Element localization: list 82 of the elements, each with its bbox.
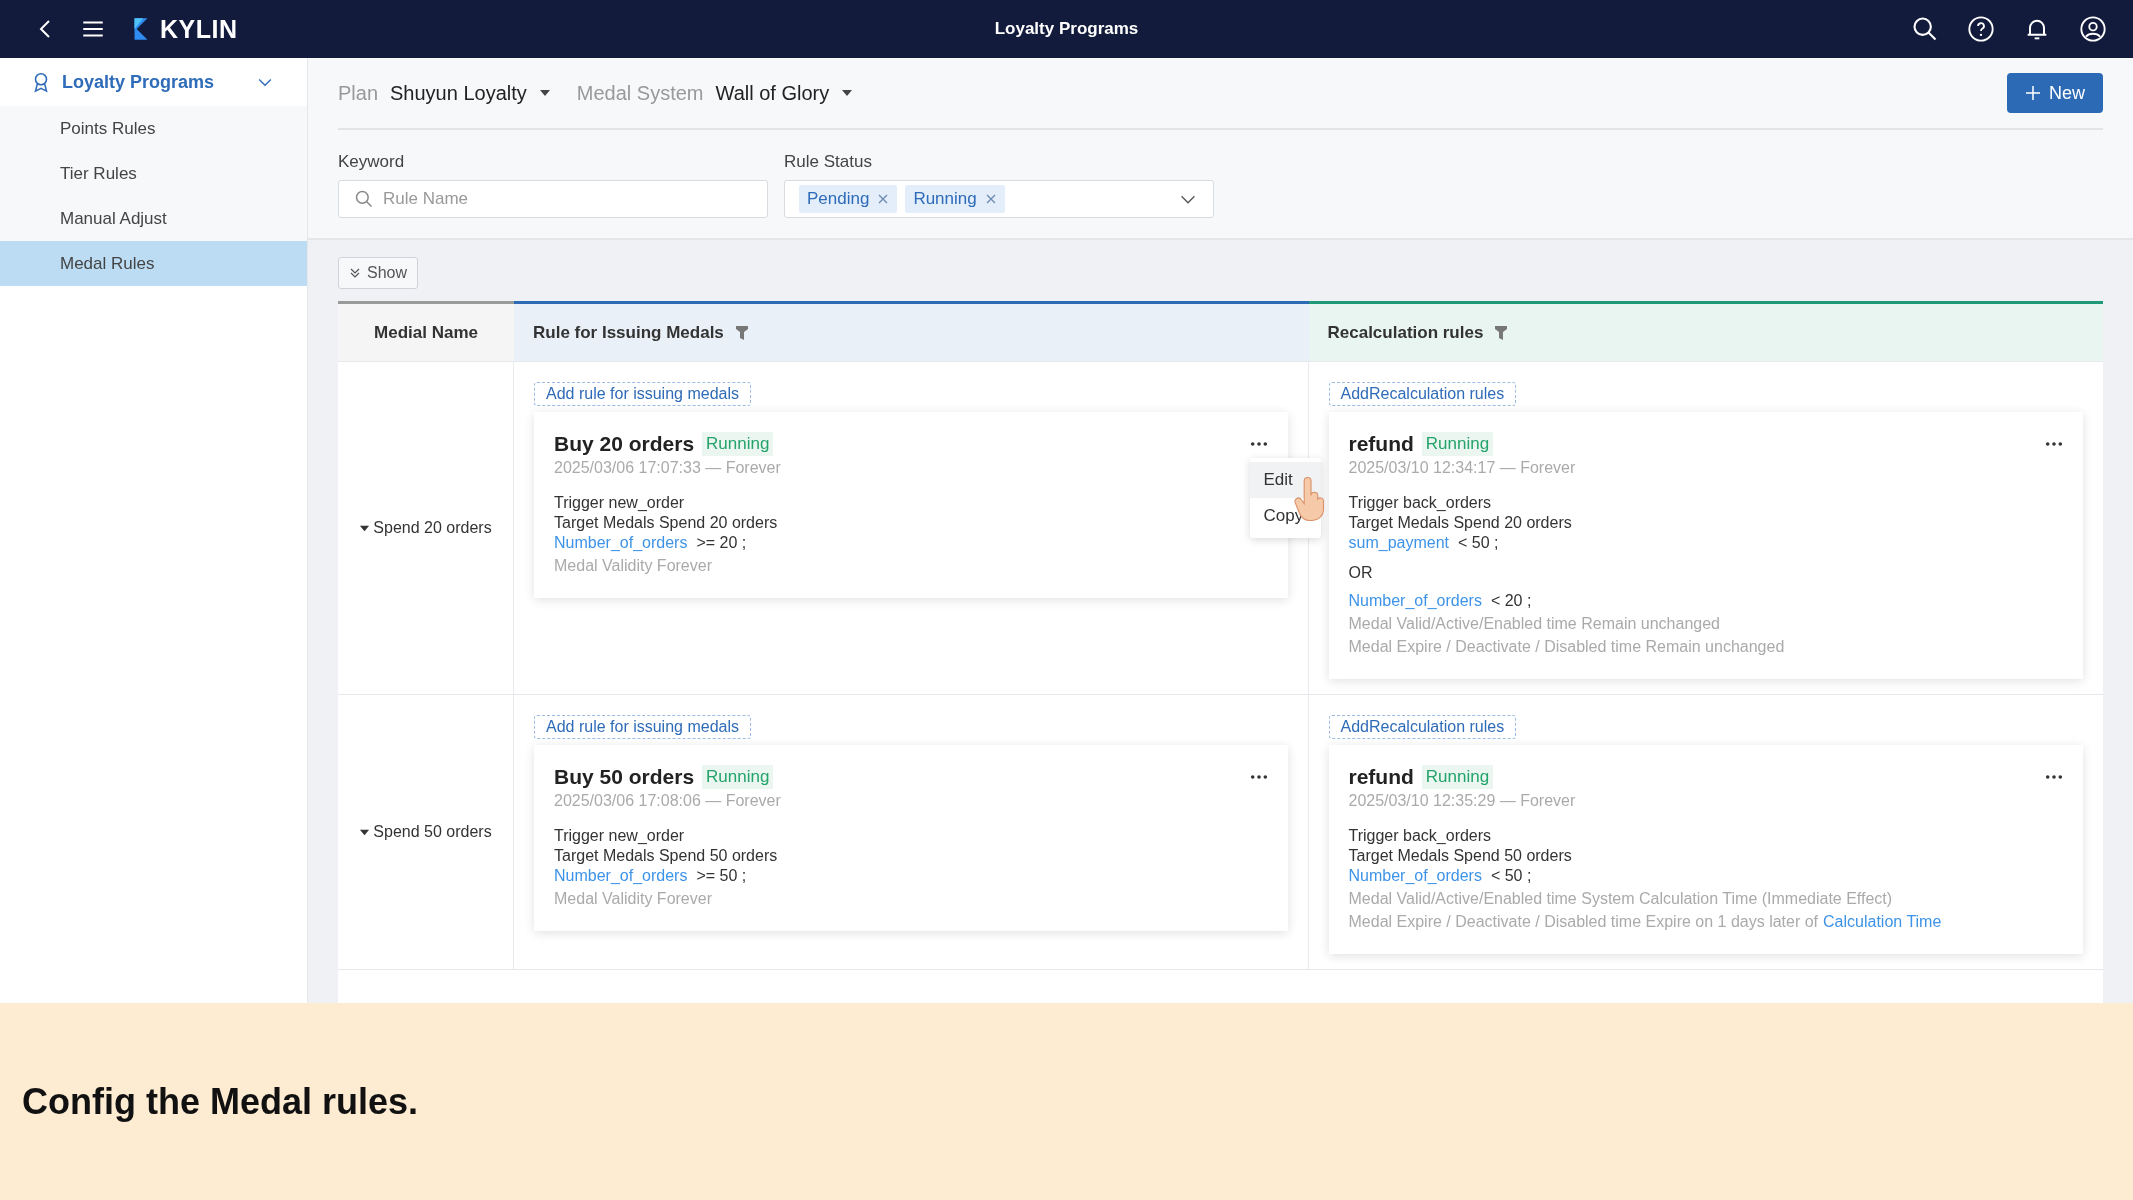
medal-system-label: Medal System	[576, 81, 704, 105]
condition-text: < 20 ;	[1490, 591, 1532, 611]
plus-icon	[2025, 85, 2041, 101]
field-link[interactable]: Number_of_orders	[1348, 866, 1482, 886]
rule-period: 2025/03/10 12:35:29 — Forever	[1348, 792, 1577, 810]
column-header: Recalculation rules	[1308, 301, 2103, 361]
sidebar-item[interactable]: Manual Adjust	[0, 196, 307, 241]
rule-period: 2025/03/10 12:34:17 — Forever	[1348, 459, 1577, 477]
search-icon	[354, 189, 374, 209]
medal-system-dropdown[interactable]: Wall of Glory	[715, 81, 854, 105]
field-link[interactable]: Number_of_orders	[554, 866, 688, 886]
or-separator: OR	[1348, 563, 1374, 583]
rule-title: refund	[1348, 432, 1414, 456]
rule-note: Medal Expire / Deactivate / Disabled time Expire on 1 days later of	[1348, 913, 1819, 930]
rule-note: Medal Expire / Deactivate / Disabled time Remain unchanged	[1348, 637, 1786, 657]
rule-line: Trigger new_order	[554, 493, 686, 513]
rule-note: Medal Validity Forever	[554, 556, 713, 576]
field-label: Rule Status	[784, 152, 873, 172]
rule-note: Medal Validity Forever	[554, 889, 713, 909]
status-badge: Running	[1421, 765, 1494, 789]
condition-text: < 50 ;	[1490, 866, 1532, 886]
rule-line: Target Medals Spend 50 orders	[554, 846, 779, 866]
status-badge: Running	[1421, 432, 1494, 456]
filter-icon[interactable]	[1495, 325, 1508, 340]
calculation-link[interactable]: Calculation Time	[1823, 913, 1942, 930]
sidebar-item[interactable]: Points Rules	[0, 106, 307, 151]
status-badge: Running	[702, 432, 774, 456]
more-icon[interactable]	[2045, 774, 2063, 780]
rule-note: Medal Valid/Active/Enabled time System Calculation Time (Immediate Effect)	[1348, 889, 1894, 909]
column-header: Rule for Issuing Medals	[514, 301, 1309, 361]
status-select[interactable]: Pending Running	[784, 180, 1214, 218]
rule-line: Target Medals Spend 50 orders	[1348, 846, 1573, 866]
rule-title: Buy 20 orders	[554, 432, 695, 456]
show-button[interactable]: Show	[338, 257, 419, 289]
more-icon[interactable]	[1249, 774, 1268, 780]
search-icon[interactable]	[1911, 15, 1939, 43]
status-badge: Running	[702, 765, 774, 789]
medal-name[interactable]: Spend 50 orders	[359, 823, 492, 841]
rule-line: Trigger back_orders	[1348, 493, 1493, 513]
logo-text: KYLIN	[160, 14, 238, 44]
window-title: Loyalty Programs	[994, 19, 1139, 39]
filter-icon[interactable]	[735, 325, 748, 340]
column-header: Medial Name	[338, 301, 514, 361]
rule-line: Trigger new_order	[554, 826, 686, 846]
field-label: Keyword	[338, 152, 406, 172]
medal-name[interactable]: Spend 20 orders	[359, 519, 492, 537]
plan-label: Plan	[338, 81, 379, 105]
close-icon[interactable]	[877, 193, 890, 205]
keyword-field[interactable]: Rule Name	[338, 180, 768, 218]
field-link[interactable]: Number_of_orders	[1348, 591, 1482, 611]
help-icon[interactable]	[1967, 15, 1995, 43]
new-button[interactable]: New	[2007, 73, 2103, 113]
rule-title: Buy 50 orders	[554, 765, 695, 789]
rule-line: Target Medals Spend 20 orders	[554, 513, 779, 533]
rule-period: 2025/03/06 17:07:33 — Forever	[554, 459, 782, 477]
rule-line: Target Medals Spend 20 orders	[1348, 513, 1573, 533]
menu-item[interactable]: Edit	[1249, 462, 1321, 498]
rule-period: 2025/03/06 17:08:06 — Forever	[554, 792, 782, 810]
rule-title: refund	[1348, 765, 1414, 789]
user-icon[interactable]	[2079, 15, 2107, 43]
plan-dropdown[interactable]: Shuyun Loyalty	[390, 81, 551, 105]
add-rule-button[interactable]: AddRecalculation rules	[1328, 715, 1517, 739]
sidebar-item[interactable]: Medal Rules	[0, 241, 307, 286]
more-icon[interactable]	[1249, 441, 1268, 447]
sidebar-item[interactable]: Tier Rules	[0, 151, 307, 196]
field-link[interactable]: sum_payment	[1348, 533, 1449, 553]
sidebar-header[interactable]: Loyalty Programs	[0, 58, 307, 106]
add-rule-button[interactable]: Add rule for issuing medals	[534, 715, 751, 739]
caption-text: Config the Medal rules.	[22, 1080, 419, 1123]
condition-text: >= 20 ;	[696, 533, 747, 553]
condition-text: < 50 ;	[1458, 533, 1499, 553]
rule-line: Trigger back_orders	[1348, 826, 1493, 846]
close-icon[interactable]	[984, 193, 997, 205]
condition-text: >= 50 ;	[696, 866, 747, 886]
add-rule-button[interactable]: Add rule for issuing medals	[534, 382, 751, 406]
add-rule-button[interactable]: AddRecalculation rules	[1328, 382, 1517, 406]
status-tag: Pending	[799, 185, 898, 213]
field-link[interactable]: Number_of_orders	[554, 533, 688, 553]
double-chevron-icon	[349, 267, 361, 279]
status-tag: Running	[905, 185, 1005, 213]
more-icon[interactable]	[2045, 441, 2063, 447]
rule-note: Medal Valid/Active/Enabled time Remain unchanged	[1348, 614, 1721, 634]
